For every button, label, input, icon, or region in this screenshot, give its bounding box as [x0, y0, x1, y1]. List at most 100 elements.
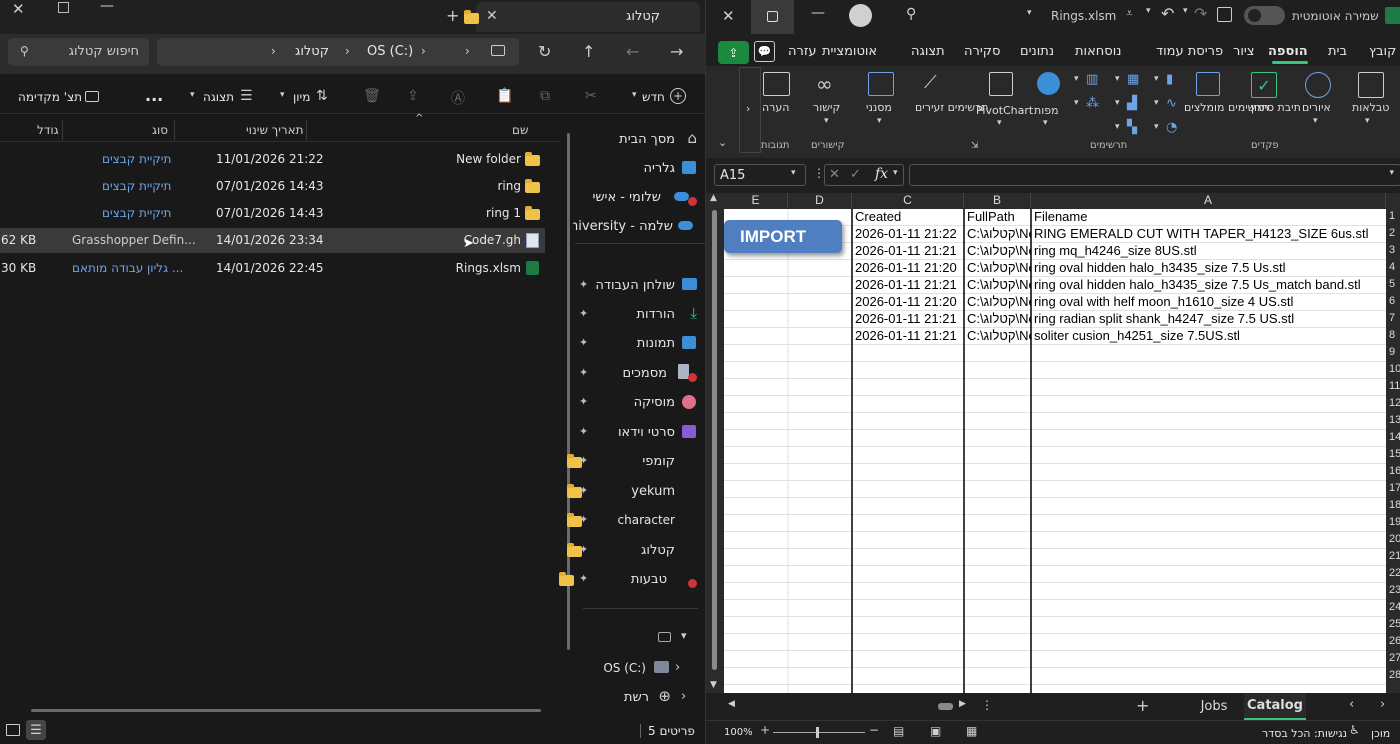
chevron-down-icon[interactable]: ▾	[1115, 122, 1120, 132]
cell-filename[interactable]: ring radian split shank_h4247_size 7.5 U…	[1034, 311, 1384, 326]
map-icon[interactable]	[1037, 72, 1060, 95]
comment-icon[interactable]	[763, 72, 790, 96]
row-header[interactable]: 23	[1389, 584, 1400, 596]
menu-draw[interactable]: ציור	[1233, 44, 1255, 59]
row-header[interactable]: 13	[1389, 414, 1400, 426]
file-row[interactable]: תיקיית קבצים 07/01/2026 14:43 ring	[0, 173, 545, 200]
breadcrumb[interactable]: › קטלוג › OS (C:) › ›	[157, 38, 519, 66]
nav-item-network[interactable]: › רשת ⊕	[575, 684, 705, 710]
column-header-d[interactable]: D	[788, 193, 852, 208]
row-header[interactable]: 28	[1389, 669, 1400, 681]
cell-fullpath[interactable]: C:\קטלוג\Ne	[967, 294, 1031, 309]
zoom-slider-thumb[interactable]	[816, 727, 819, 738]
illustrations-button[interactable]: איורים	[1302, 101, 1331, 114]
column-chart-icon[interactable]: ▮	[1166, 72, 1173, 87]
paste-icon[interactable]: 📋	[496, 88, 513, 104]
undo-icon[interactable]: ↶	[1161, 4, 1174, 23]
enter-icon[interactable]: ✓	[850, 167, 861, 182]
row-header[interactable]: 11	[1389, 380, 1400, 392]
cell-fullpath[interactable]: C:\קטלוג\Ne	[967, 243, 1031, 258]
row-header[interactable]: 9	[1389, 346, 1400, 358]
cell-created[interactable]: 2026-01-11 21:21	[855, 277, 965, 292]
row-header[interactable]: 2	[1389, 227, 1400, 239]
cell-fullpath[interactable]: C:\קטלוג\Ne	[967, 226, 1031, 241]
column-modified[interactable]: תאריך שינוי	[246, 123, 304, 137]
slicer-icon[interactable]	[868, 72, 894, 96]
cut-icon[interactable]: ✂	[585, 88, 597, 104]
cell-fullpath[interactable]: C:\קטלוג\Ne	[967, 277, 1031, 292]
nav-item-folder[interactable]: ✦ טבעות	[559, 566, 705, 592]
horizontal-scrollbar[interactable]	[31, 709, 541, 712]
row-header[interactable]: 27	[1389, 652, 1400, 664]
chevron-down-icon[interactable]: ▾	[681, 629, 687, 642]
cell-fullpath[interactable]: C:\קטלוג\Ne	[967, 311, 1031, 326]
chevron-down-icon[interactable]: ▾	[1027, 8, 1032, 18]
row-header[interactable]: 6	[1389, 295, 1400, 307]
sheet-tab-jobs[interactable]: Jobs	[1186, 693, 1242, 720]
forward-icon[interactable]: →	[670, 42, 683, 61]
chevron-down-icon[interactable]: ▾	[1183, 6, 1188, 16]
link-icon[interactable]: ∞	[816, 72, 833, 96]
row-header[interactable]: 20	[1389, 533, 1400, 545]
cell-fullpath[interactable]: C:\קטלוג\Ne	[967, 260, 1031, 275]
chevron-down-icon[interactable]: ▾	[1154, 122, 1159, 132]
column-header-a[interactable]: A	[1031, 193, 1386, 208]
copy-icon[interactable]: ⧉	[540, 88, 550, 104]
cell-fullpath[interactable]: C:\קטלוג\Ne	[967, 328, 1031, 343]
chevron-down-icon[interactable]: ▾	[1154, 98, 1159, 108]
zoom-out-icon[interactable]: −	[869, 723, 879, 737]
ribbon-scroll-button[interactable]: ›	[739, 67, 761, 153]
nav-item-desktop[interactable]: ✦ שולחן העבודה	[575, 272, 705, 298]
avatar[interactable]	[849, 4, 872, 27]
breadcrumb-item-drive[interactable]: OS (C:)	[367, 44, 413, 59]
column-header-c[interactable]: C	[852, 193, 964, 208]
column-header-e[interactable]: E	[724, 193, 788, 208]
menu-page-layout[interactable]: פריסת עמוד	[1156, 44, 1223, 59]
cell-a1[interactable]: Filename	[1034, 209, 1374, 224]
row-header[interactable]: 7	[1389, 312, 1400, 324]
hierarchy-chart-icon[interactable]: ▦	[1127, 72, 1139, 87]
page-layout-view-icon[interactable]: ▣	[930, 724, 941, 738]
file-row[interactable]: 30 KB גליון עבודה מותאם ... 14/01/2026 2…	[0, 255, 545, 282]
view-button[interactable]: תצוגה	[203, 90, 234, 104]
nav-item-folder[interactable]: ✦ קטלוג	[567, 537, 705, 563]
scatter-chart-icon[interactable]: ⁂	[1086, 96, 1099, 111]
redo-icon[interactable]: ↷	[1194, 4, 1207, 23]
scroll-up-icon[interactable]: ▲	[710, 193, 717, 203]
combo-chart-icon[interactable]: ▚	[1127, 120, 1137, 135]
search-input[interactable]: ⚲ חיפוש קטלוג	[8, 38, 149, 66]
menu-file[interactable]: קובץ	[1369, 44, 1396, 59]
row-header[interactable]: 17	[1389, 482, 1400, 494]
menu-formulas[interactable]: נוסחאות	[1075, 44, 1121, 59]
customize-qat-icon[interactable]: ⩡	[1126, 6, 1133, 21]
sparkline-icon[interactable]: ⟋	[924, 72, 937, 93]
share-icon[interactable]: ⇪	[407, 88, 419, 104]
row-header[interactable]: 22	[1389, 567, 1400, 579]
row-header[interactable]: 21	[1389, 550, 1400, 562]
nav-item-onedrive-university[interactable]: › שלמה - University	[573, 213, 705, 239]
menu-insert[interactable]: הוספה	[1268, 44, 1308, 59]
statistic-chart-icon[interactable]: ▟	[1127, 96, 1137, 111]
collapse-ribbon-icon[interactable]: ⌄	[718, 136, 727, 149]
menu-data[interactable]: נתונים	[1020, 44, 1054, 59]
maximize-icon[interactable]	[58, 2, 69, 13]
insert-function-button[interactable]: fx	[875, 166, 888, 182]
new-button[interactable]: חדש	[642, 90, 665, 104]
chevron-left-icon[interactable]: ‹	[1349, 697, 1354, 712]
menu-automate[interactable]: אוטומציית	[822, 44, 877, 59]
more-icon[interactable]: ⋮	[981, 698, 993, 712]
line-chart-icon[interactable]: ∿	[1166, 96, 1177, 111]
worksheet-grid[interactable]: Created FullPath Filename 2026-01-11 21:…	[724, 209, 1386, 693]
maximize-button[interactable]	[751, 0, 794, 34]
nav-item-downloads[interactable]: ✦ הורדות ⤓	[575, 301, 705, 327]
row-header[interactable]: 10	[1389, 363, 1400, 375]
details-view-icon[interactable]	[6, 724, 20, 736]
filters-button[interactable]: מסנני	[866, 101, 892, 114]
waterfall-chart-icon[interactable]: ▥	[1086, 72, 1098, 87]
comments-icon[interactable]: 💬	[754, 41, 775, 62]
nav-item-home[interactable]: מסך הבית ⌂	[575, 126, 705, 152]
save-icon[interactable]	[1217, 7, 1232, 22]
page-break-view-icon[interactable]: ▤	[893, 724, 904, 738]
recommended-charts-icon[interactable]	[1196, 72, 1220, 96]
formula-input[interactable]: ▾	[909, 164, 1400, 186]
